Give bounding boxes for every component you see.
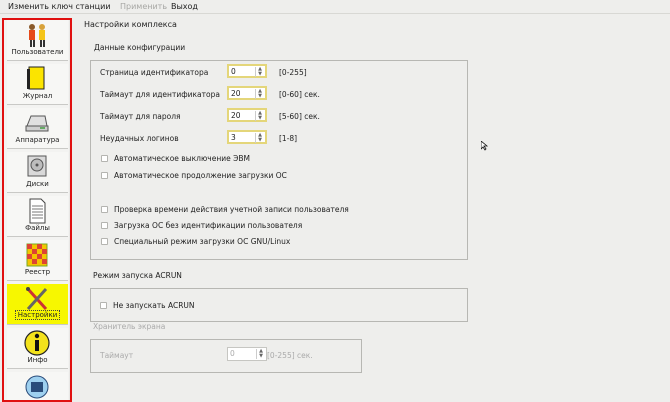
spinner-arrows-icon[interactable]: ▲ ▼ bbox=[255, 67, 264, 77]
field-range: [1-8] bbox=[279, 134, 298, 143]
field-label: Таймаут для идентификатора bbox=[100, 90, 220, 99]
linux-boot-checkbox[interactable] bbox=[101, 238, 108, 245]
sidebar: Пользователи Журнал Аппаратура Диски Фай… bbox=[2, 18, 72, 402]
config-group: Страница идентификатора 0 ▲ ▼ [0-255] Тайм… bbox=[90, 60, 468, 260]
field-range: [5-60] сек. bbox=[279, 112, 320, 121]
no-acrun-checkbox[interactable] bbox=[100, 302, 107, 309]
mouse-cursor-icon bbox=[481, 141, 489, 151]
auto-continue-checkbox[interactable] bbox=[101, 172, 108, 179]
sidebar-item-journal[interactable]: Журнал bbox=[7, 64, 68, 105]
spinner-value: 0 bbox=[230, 349, 235, 358]
sidebar-item-label: Файлы bbox=[25, 224, 50, 232]
spinner-value: 20 bbox=[231, 111, 241, 120]
checkbox-label: Автоматическое продолжение загрузки ОС bbox=[114, 171, 287, 180]
screensaver-group: Таймаут 0 ▲ ▼ [0-255] сек. bbox=[90, 339, 362, 373]
spinner-value: 0 bbox=[231, 67, 236, 76]
auto-shutdown-checkbox[interactable] bbox=[101, 155, 108, 162]
network-icon bbox=[25, 375, 49, 399]
checkbox-label: Загрузка ОС без идентификации пользовате… bbox=[114, 221, 303, 230]
checkbox-label: Проверка времени действия учетной записи… bbox=[114, 205, 349, 214]
field-label: Таймаут для пароля bbox=[100, 112, 181, 121]
checkbox-label: Автоматическое выключение ЭВМ bbox=[114, 154, 250, 163]
apply-menu[interactable]: Применить bbox=[120, 1, 167, 12]
acrun-heading: Режим запуска ACRUN bbox=[93, 271, 182, 280]
sidebar-item-hardware[interactable]: Аппаратура bbox=[7, 108, 68, 149]
sidebar-item-registry[interactable]: Реестр bbox=[7, 240, 68, 281]
sidebar-item-disks[interactable]: Диски bbox=[7, 152, 68, 193]
menu-bar: Изменить ключ станции Применить Выход bbox=[0, 0, 670, 14]
config-heading: Данные конфигурации bbox=[94, 43, 186, 52]
sidebar-item-settings[interactable]: Настройки bbox=[7, 284, 68, 325]
settings-icon bbox=[26, 287, 48, 311]
spinner-arrows-icon[interactable]: ▲ ▼ bbox=[255, 111, 264, 121]
sidebar-item-label: Журнал bbox=[22, 92, 53, 100]
screensaver-heading: Хранитель экрана bbox=[93, 322, 166, 331]
sidebar-item-label: Диски bbox=[26, 180, 49, 188]
hardware-icon bbox=[25, 115, 49, 132]
field-range: [0-255] bbox=[279, 68, 307, 77]
page-title: Настройки комплекса bbox=[84, 20, 177, 29]
field-range: [0-60] сек. bbox=[279, 90, 320, 99]
acrun-group: Не запускать ACRUN bbox=[90, 288, 468, 322]
disks-icon bbox=[27, 155, 47, 177]
sidebar-item-label: Настройки bbox=[15, 310, 60, 320]
registry-icon bbox=[26, 243, 48, 267]
spinner-value: 3 bbox=[231, 133, 236, 142]
spinner-value: 20 bbox=[231, 89, 241, 98]
field-label: Страница идентификатора bbox=[100, 68, 209, 77]
users-icon bbox=[29, 24, 45, 47]
screensaver-timeout-spinner[interactable]: 0 ▲ ▼ bbox=[227, 347, 267, 361]
sidebar-item-users[interactable]: Пользователи bbox=[7, 20, 68, 61]
files-icon bbox=[29, 198, 46, 224]
exit-menu[interactable]: Выход bbox=[171, 1, 198, 12]
scrollbar-thumb[interactable] bbox=[70, 180, 72, 300]
sidebar-item-label: Инфо bbox=[27, 356, 48, 364]
info-icon bbox=[24, 330, 50, 356]
change-key-menu[interactable]: Изменить ключ станции bbox=[8, 1, 111, 12]
spinner-arrows-icon[interactable]: ▲ ▼ bbox=[255, 133, 264, 143]
failed-logins-spinner[interactable]: 3 ▲ ▼ bbox=[227, 130, 267, 144]
spinner-arrows-icon[interactable]: ▲ ▼ bbox=[255, 89, 264, 99]
id-page-spinner[interactable]: 0 ▲ ▼ bbox=[227, 64, 267, 78]
account-time-checkbox[interactable] bbox=[101, 206, 108, 213]
journal-icon bbox=[27, 66, 45, 90]
no-id-boot-checkbox[interactable] bbox=[101, 222, 108, 229]
sidebar-item-more[interactable] bbox=[7, 372, 68, 400]
sidebar-item-files[interactable]: Файлы bbox=[7, 196, 68, 237]
password-timeout-spinner[interactable]: 20 ▲ ▼ bbox=[227, 108, 267, 122]
sidebar-item-label: Аппаратура bbox=[15, 136, 60, 144]
field-label: Таймаут bbox=[100, 351, 134, 360]
checkbox-label: Специальный режим загрузки ОС GNU/Linux bbox=[114, 237, 291, 246]
field-label: Неудачных логинов bbox=[100, 134, 179, 143]
checkbox-label: Не запускать ACRUN bbox=[113, 301, 195, 310]
sidebar-item-label: Пользователи bbox=[11, 48, 64, 56]
sidebar-item-info[interactable]: Инфо bbox=[7, 328, 68, 369]
sidebar-item-label: Реестр bbox=[24, 268, 51, 276]
main-panel: Настройки комплекса Данные конфигурации … bbox=[78, 14, 670, 400]
id-timeout-spinner[interactable]: 20 ▲ ▼ bbox=[227, 86, 267, 100]
field-range: [0-255] сек. bbox=[267, 351, 313, 360]
spinner-arrows-icon[interactable]: ▲ ▼ bbox=[256, 349, 265, 359]
